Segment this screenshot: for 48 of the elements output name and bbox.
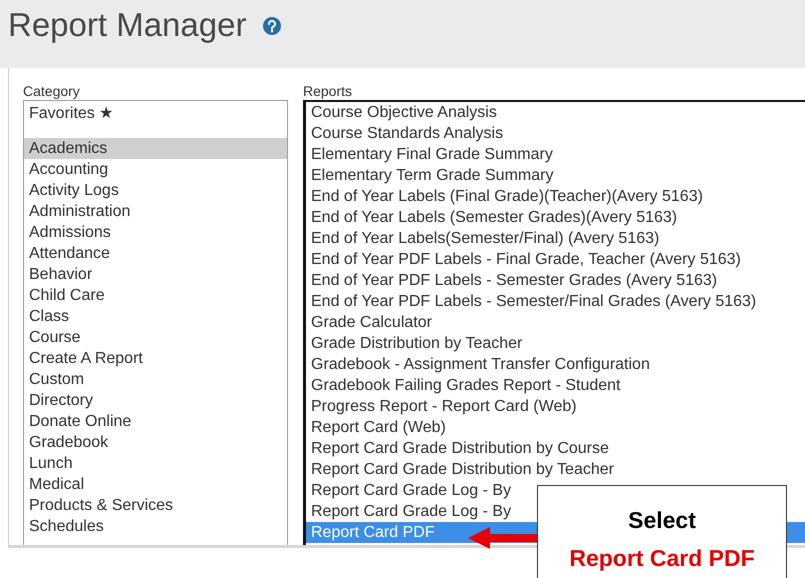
list-item[interactable]: Course Standards Analysis [306, 123, 508, 144]
list-item[interactable]: Class [24, 306, 287, 327]
list-item[interactable]: Accounting [24, 159, 287, 180]
callout-text: Select [627, 506, 697, 534]
list-item[interactable]: Schedules [24, 516, 287, 537]
list-item[interactable]: Child Care [24, 285, 287, 306]
list-item[interactable]: Report Card Grade Distribution by Teacher [306, 459, 618, 480]
list-item[interactable]: Report Card Grade Distribution by Course [306, 438, 613, 459]
list-item[interactable]: Elementary Final Grade Summary [306, 144, 557, 165]
list-item[interactable]: End of Year PDF Labels - Semester Grades (Avery 5163) [306, 270, 722, 291]
list-item[interactable]: End of Year Labels (Semester Grades)(Avery 5163) [306, 207, 682, 228]
list-item[interactable]: Grade Distribution by Teacher [306, 333, 526, 354]
list-item[interactable]: Custom [24, 369, 287, 390]
list-item[interactable]: Report Card Grade Log - By [306, 480, 516, 501]
list-item[interactable]: Products & Services [24, 495, 287, 516]
category-list[interactable] [23, 100, 288, 545]
list-item[interactable]: Academics [24, 138, 287, 159]
callout-text: Report Card PDF [568, 544, 756, 572]
list-item[interactable]: Elementary Term Grade Summary [306, 165, 558, 186]
list-item[interactable]: Activity Logs [24, 180, 287, 201]
reports-label: Reports [303, 82, 354, 100]
list-item[interactable]: End of Year Labels(Semester/Final) (Avery 5163) [306, 228, 664, 249]
list-item[interactable]: Create A Report [24, 348, 287, 369]
list-item[interactable]: Gradebook [24, 432, 287, 453]
list-item[interactable]: End of Year PDF Labels - Final Grade, Teacher (Avery 5163) [306, 249, 745, 270]
list-item[interactable]: Administration [24, 201, 287, 222]
category-label: Category [23, 82, 81, 100]
list-item[interactable]: Admissions [24, 222, 287, 243]
list-item[interactable]: End of Year PDF Labels - Semester/Final Grades (Avery 5163) [306, 291, 760, 312]
list-item[interactable]: Report Card (Web) [306, 417, 450, 438]
list-item[interactable]: Gradebook - Assignment Transfer Configuration [306, 354, 654, 375]
list-item[interactable]: Directory [24, 390, 287, 411]
list-item[interactable]: Medical [24, 474, 287, 495]
list-item[interactable]: Grade Calculator [306, 312, 436, 333]
list-item[interactable]: Report Card Grade Log - By [306, 501, 516, 522]
list-item[interactable]: Donate Online [24, 411, 287, 432]
list-item[interactable]: Lunch [24, 453, 287, 474]
list-item[interactable]: Progress Report - Report Card (Web) [306, 396, 581, 417]
list-item[interactable]: Course Objective Analysis [306, 102, 501, 123]
help-icon[interactable] [262, 16, 282, 36]
reports-list[interactable] [303, 100, 805, 545]
list-item[interactable]: Behavior [24, 264, 287, 285]
list-item[interactable]: Gradebook Failing Grades Report - Student [306, 375, 624, 396]
list-item[interactable]: Favorites ★ [24, 103, 287, 124]
list-item[interactable]: Course [24, 327, 287, 348]
list-item[interactable]: Attendance [24, 243, 287, 264]
page-title: Report Manager [8, 8, 246, 41]
list-item[interactable]: End of Year Labels (Final Grade)(Teacher)(Avery 5163) [306, 186, 707, 207]
